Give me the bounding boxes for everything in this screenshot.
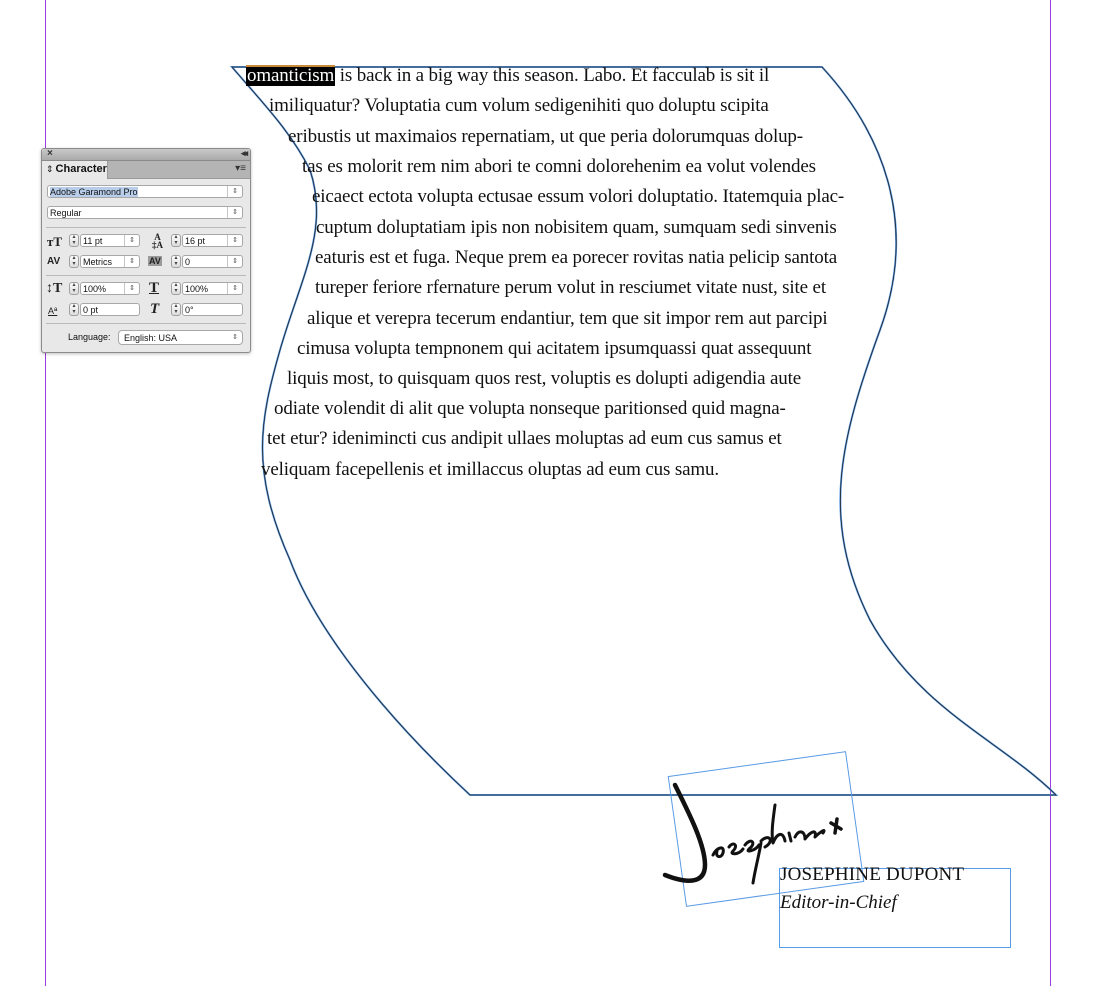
- font-style-select[interactable]: Regular ⇕: [47, 206, 243, 219]
- tab-arrows-icon: ⇕: [46, 164, 54, 174]
- leading-icon: A ‡A: [152, 232, 163, 250]
- kerning-stepper[interactable]: ▴ ▾: [69, 255, 79, 268]
- dropdown-arrows-icon: ⇕: [227, 186, 242, 197]
- leading-value: 16 pt: [185, 236, 206, 246]
- body-line-12[interactable]: odiate volendit di alit que volupta nons…: [274, 398, 786, 420]
- leading-field[interactable]: 16 pt ⇕: [182, 234, 243, 247]
- body-line-13[interactable]: tet etur? idenimincti cus andipit ullaes…: [267, 428, 782, 450]
- dropdown-arrows-icon: ⇕: [227, 235, 242, 246]
- baseline-shift-icon: Aª: [48, 306, 58, 316]
- tab-label: Character: [55, 163, 107, 175]
- dropdown-arrows-icon: ⇕: [124, 235, 139, 246]
- body-line-3[interactable]: eribustis ut maximaios repernatiam, ut q…: [288, 126, 803, 148]
- dropdown-arrows-icon: ⇕: [232, 334, 238, 341]
- kerning-select[interactable]: Metrics ⇕: [80, 255, 140, 268]
- language-select[interactable]: English: USA ⇕: [118, 330, 243, 345]
- tracking-field[interactable]: 0 ⇕: [182, 255, 243, 268]
- font-size-value: 11 pt: [83, 236, 103, 246]
- body-line-1[interactable]: omanticism is back in a big way this sea…: [246, 65, 769, 87]
- separator: [46, 275, 246, 276]
- skew-stepper[interactable]: ▴ ▾: [171, 303, 181, 316]
- horizontal-scale-stepper[interactable]: ▴ ▾: [171, 282, 181, 295]
- font-family-select[interactable]: Adobe Garamond Pro ⇕: [47, 185, 243, 198]
- author-name[interactable]: JOSEPHINE DUPONT: [780, 864, 964, 886]
- skew-field[interactable]: 0°: [182, 303, 243, 316]
- tracking-value: 0: [185, 257, 191, 267]
- body-line-2[interactable]: imiliquatur? Voluptatia cum volum sedige…: [269, 95, 769, 117]
- separator: [46, 323, 246, 324]
- horizontal-scale-value: 100%: [185, 284, 209, 294]
- author-title[interactable]: Editor-in-Chief: [780, 892, 897, 914]
- body-line-14[interactable]: veliquam facepellenis et imillaccus olup…: [261, 459, 719, 481]
- skew-value: 0°: [185, 305, 194, 315]
- font-family-value: Adobe Garamond Pro: [50, 187, 138, 197]
- skew-icon: T: [150, 301, 160, 317]
- body-line-11[interactable]: liquis most, to quisquam quos rest, volu…: [287, 368, 801, 390]
- body-line-8[interactable]: tureper feriore rfernature perum volut i…: [315, 277, 826, 299]
- selected-text[interactable]: omanticism: [246, 65, 336, 86]
- font-style-value: Regular: [50, 208, 82, 218]
- horizontal-scale-icon: T: [149, 280, 160, 296]
- font-size-stepper[interactable]: ▴ ▾: [69, 234, 79, 247]
- dropdown-arrows-icon: ⇕: [227, 256, 242, 267]
- close-icon[interactable]: ×: [47, 148, 53, 159]
- body-line-6[interactable]: cuptum doluptatiam ipis non nobisitem qu…: [316, 217, 837, 239]
- dropdown-arrows-icon: ⇕: [124, 256, 139, 267]
- horizontal-scale-field[interactable]: 100% ⇕: [182, 282, 243, 295]
- panel-tabbar: ⇕ Character ▾≡: [42, 161, 250, 179]
- language-label: Language:: [68, 332, 111, 342]
- character-panel[interactable]: × ◂◂ ⇕ Character ▾≡ Adobe Garamond Pro ⇕ …: [41, 148, 251, 353]
- baseline-shift-stepper[interactable]: ▴ ▾: [69, 303, 79, 316]
- leading-stepper[interactable]: ▴ ▾: [171, 234, 181, 247]
- kerning-value: Metrics: [83, 257, 112, 267]
- dropdown-arrows-icon: ⇕: [124, 283, 139, 294]
- dropdown-arrows-icon: ⇕: [227, 283, 242, 294]
- font-size-icon: ᴛT: [47, 234, 63, 249]
- vertical-scale-value: 100%: [83, 284, 107, 294]
- baseline-shift-value: 0 pt: [83, 305, 99, 315]
- tab-character[interactable]: ⇕ Character: [42, 161, 108, 179]
- baseline-shift-field[interactable]: 0 pt: [80, 303, 140, 316]
- panel-titlebar[interactable]: × ◂◂: [42, 148, 250, 161]
- tracking-icon: AV: [148, 256, 162, 266]
- vertical-scale-field[interactable]: 100% ⇕: [80, 282, 140, 295]
- body-line-7[interactable]: eaturis est et fuga. Neque prem ea porec…: [315, 247, 837, 269]
- dropdown-arrows-icon: ⇕: [227, 207, 242, 218]
- tracking-stepper[interactable]: ▴ ▾: [171, 255, 181, 268]
- collapse-icon[interactable]: ◂◂: [241, 148, 248, 159]
- right-margin-guide: [1050, 0, 1051, 986]
- separator: [46, 227, 246, 228]
- body-line-9[interactable]: alique et verepra tecerum endantiur, tem…: [307, 308, 828, 330]
- vertical-scale-stepper[interactable]: ▴ ▾: [69, 282, 79, 295]
- body-line-5[interactable]: eicaect ectota volupta ectusae essum vol…: [312, 186, 844, 208]
- font-size-field[interactable]: 11 pt ⇕: [80, 234, 140, 247]
- body-text: is back in a big way this season. Labo. …: [335, 65, 770, 86]
- language-value: English: USA: [124, 333, 178, 343]
- body-line-4[interactable]: tas es molorit rem nim abori te comni do…: [302, 156, 816, 178]
- panel-menu-icon[interactable]: ▾≡: [235, 163, 246, 174]
- body-line-10[interactable]: cimusa volupta tempnonem qui acitatem ip…: [297, 338, 812, 360]
- kerning-icon: AV: [47, 256, 61, 267]
- vertical-scale-icon: ↕T: [46, 281, 63, 296]
